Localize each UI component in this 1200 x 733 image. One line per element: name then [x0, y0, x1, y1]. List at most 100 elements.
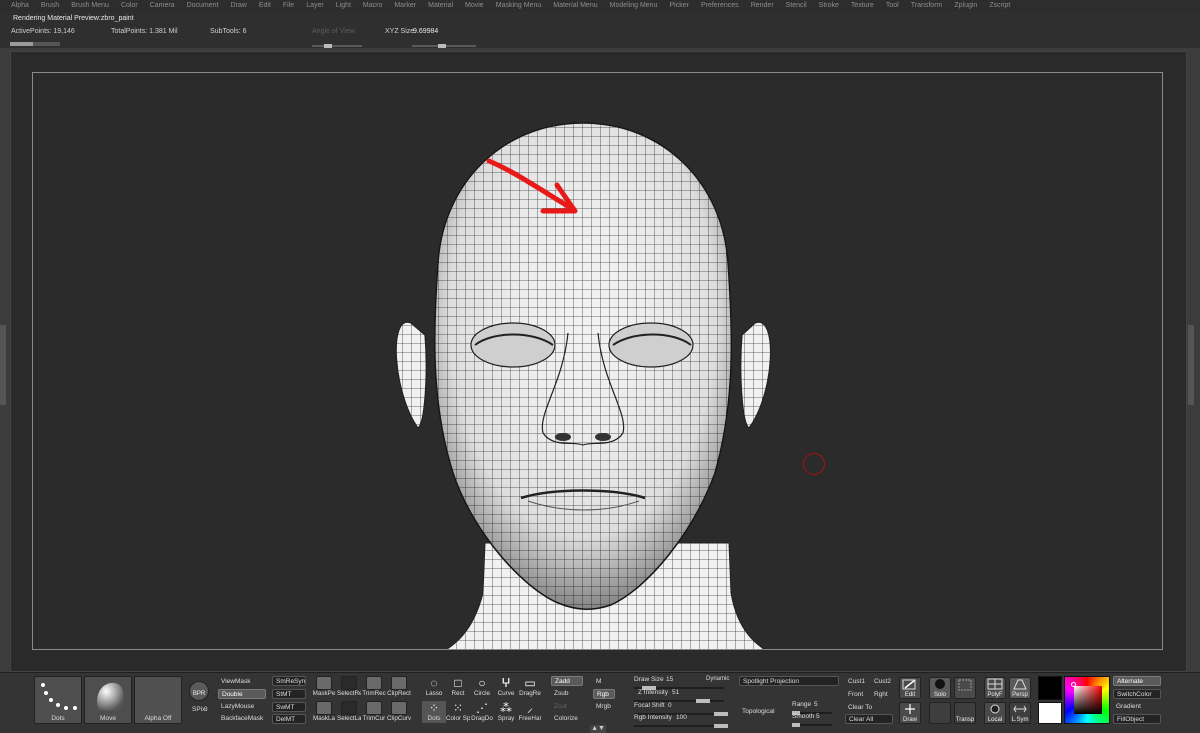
- menu-item[interactable]: Render: [748, 0, 777, 12]
- clear-to-button[interactable]: Clear To: [845, 703, 893, 713]
- lsym-button[interactable]: L.Sym: [1009, 702, 1031, 724]
- menu-item[interactable]: Layer: [303, 0, 327, 12]
- polyf-button[interactable]: PolyF: [984, 677, 1006, 699]
- menu-item[interactable]: Macro: [360, 0, 385, 12]
- menu-item[interactable]: Edit: [256, 0, 274, 12]
- swmt-button[interactable]: SwMT: [272, 702, 306, 712]
- menu-item[interactable]: Alpha: [8, 0, 32, 12]
- dynamic-toggle[interactable]: Dynamic: [706, 676, 729, 682]
- clear-all-button[interactable]: Clear All: [845, 714, 893, 724]
- tool-clipcurv[interactable]: ClipCurv: [387, 701, 411, 723]
- menu-item[interactable]: Stencil: [783, 0, 810, 12]
- gradient-button[interactable]: Gradient: [1113, 702, 1161, 712]
- tool-selectre[interactable]: SelectRe: [337, 676, 361, 698]
- stmt-button[interactable]: StMT: [272, 689, 306, 699]
- menu-item[interactable]: Zscript: [986, 0, 1013, 12]
- menu-item[interactable]: Marker: [391, 0, 419, 12]
- menu-item[interactable]: Zplugin: [951, 0, 980, 12]
- left-tray-handle[interactable]: [0, 325, 6, 405]
- m-button[interactable]: M: [593, 677, 615, 687]
- brush-picker[interactable]: Move: [84, 676, 132, 724]
- tool-trimrec[interactable]: TrimRec: [362, 676, 386, 698]
- menu-item[interactable]: Light: [333, 0, 354, 12]
- focal-shift-slider[interactable]: Focal Shift 0: [634, 702, 734, 716]
- mrgb-button[interactable]: Mrgb: [593, 702, 619, 712]
- zcut-button[interactable]: Zcut: [551, 702, 583, 712]
- stroke-picker[interactable]: Dots: [34, 676, 82, 724]
- rgb-button[interactable]: Rgb: [593, 689, 615, 699]
- shape-curve[interactable]: ⵖ Curve: [494, 676, 518, 698]
- z-intensity-slider[interactable]: Z Intensity 51: [634, 689, 734, 703]
- color-picker-wheel[interactable]: [1064, 676, 1110, 724]
- bottom-tray-chevron-icon[interactable]: ▲▼: [590, 725, 606, 733]
- shape-dots[interactable]: ⁘ Dots: [422, 701, 446, 723]
- smooth-slider[interactable]: Smooth 5: [792, 713, 838, 727]
- blank-button[interactable]: [929, 702, 951, 724]
- color-picker-handle-icon[interactable]: [1071, 682, 1076, 687]
- topological-button[interactable]: Topological: [739, 707, 787, 717]
- menu-item[interactable]: Texture: [848, 0, 877, 12]
- alternate-button[interactable]: Alternate: [1113, 676, 1161, 686]
- alpha-picker[interactable]: Alpha Off: [134, 676, 182, 724]
- draw-size-slider[interactable]: Draw Size 15 Dynamic: [634, 676, 734, 690]
- transp-button[interactable]: Transp: [954, 702, 976, 724]
- delmt-button[interactable]: DelMT: [272, 714, 306, 724]
- xyz-size-slider[interactable]: [412, 44, 476, 48]
- menu-item[interactable]: Preferences: [698, 0, 742, 12]
- cust1-button[interactable]: Cust1: [845, 677, 869, 687]
- menu-item[interactable]: Movie: [462, 0, 487, 12]
- menu-item[interactable]: Camera: [147, 0, 178, 12]
- cust2-button[interactable]: Cust2: [871, 677, 895, 687]
- local-button[interactable]: Local: [984, 702, 1006, 724]
- shape-color-sp[interactable]: ⁙ Color Sp: [446, 701, 470, 723]
- menu-item[interactable]: Picker: [666, 0, 691, 12]
- zsub-button[interactable]: Zsub: [551, 689, 583, 699]
- menu-item[interactable]: Material: [425, 0, 456, 12]
- smresym-button[interactable]: SmReSym: [272, 676, 306, 686]
- document-canvas[interactable]: [32, 72, 1163, 650]
- menu-item[interactable]: Tool: [883, 0, 902, 12]
- bpr-button[interactable]: BPR: [189, 681, 209, 701]
- edit-button[interactable]: Edit: [899, 677, 921, 699]
- colorize-button[interactable]: Colorize: [551, 714, 591, 724]
- menu-item[interactable]: Masking Menu: [493, 0, 545, 12]
- ghost-button[interactable]: [954, 677, 976, 699]
- menu-item[interactable]: Modeling Menu: [607, 0, 661, 12]
- lazymouse-button[interactable]: LazyMouse: [218, 702, 266, 712]
- right-tray-handle[interactable]: [1188, 325, 1194, 405]
- shape-dragre[interactable]: ▭ DragRe: [518, 676, 542, 698]
- shape-dragdo[interactable]: ⋰ DragDo: [470, 701, 494, 723]
- primary-color-swatch[interactable]: [1038, 676, 1062, 700]
- color-picker-square[interactable]: [1074, 686, 1102, 714]
- menu-item[interactable]: Draw: [228, 0, 250, 12]
- spotlight-projection-button[interactable]: Spotlight Projection: [739, 676, 839, 686]
- tool-cliprect[interactable]: ClipRect: [387, 676, 411, 698]
- shape-lasso[interactable]: ◌ Lasso: [422, 676, 446, 698]
- menu-item[interactable]: Brush Menu: [68, 0, 112, 12]
- solo-button[interactable]: Solo: [929, 677, 951, 699]
- tool-selectla[interactable]: SelectLa: [337, 701, 361, 723]
- fillobject-button[interactable]: FillObject: [1113, 714, 1161, 724]
- tool-maskla[interactable]: MaskLa: [312, 701, 336, 723]
- persp-button[interactable]: Persp: [1009, 677, 1031, 699]
- spix-value[interactable]: 3: [201, 705, 208, 715]
- viewmask-button[interactable]: ViewMask: [218, 677, 266, 687]
- secondary-color-swatch[interactable]: [1038, 702, 1062, 724]
- shape-rect[interactable]: □ Rect: [446, 676, 470, 698]
- menu-item[interactable]: Stroke: [816, 0, 842, 12]
- rgb-intensity-slider[interactable]: Rgb Intensity 100: [634, 714, 734, 728]
- double-button[interactable]: Double: [218, 689, 266, 699]
- tool-maskpe[interactable]: MaskPe: [312, 676, 336, 698]
- switchcolor-button[interactable]: SwitchColor: [1113, 689, 1161, 699]
- menu-item[interactable]: Color: [118, 0, 141, 12]
- menu-item[interactable]: Material Menu: [550, 0, 600, 12]
- zadd-button[interactable]: Zadd: [551, 676, 583, 686]
- draw-button[interactable]: Draw: [899, 702, 921, 724]
- angle-of-view-slider[interactable]: [312, 44, 362, 48]
- shape-freehar[interactable]: ⸝ FreeHar: [518, 701, 542, 723]
- range-slider[interactable]: Range 5: [792, 701, 838, 715]
- tool-trimcur[interactable]: TrimCur: [362, 701, 386, 723]
- menu-item[interactable]: File: [280, 0, 297, 12]
- shape-circle[interactable]: ○ Circle: [470, 676, 494, 698]
- shape-spray[interactable]: ⁂ Spray: [494, 701, 518, 723]
